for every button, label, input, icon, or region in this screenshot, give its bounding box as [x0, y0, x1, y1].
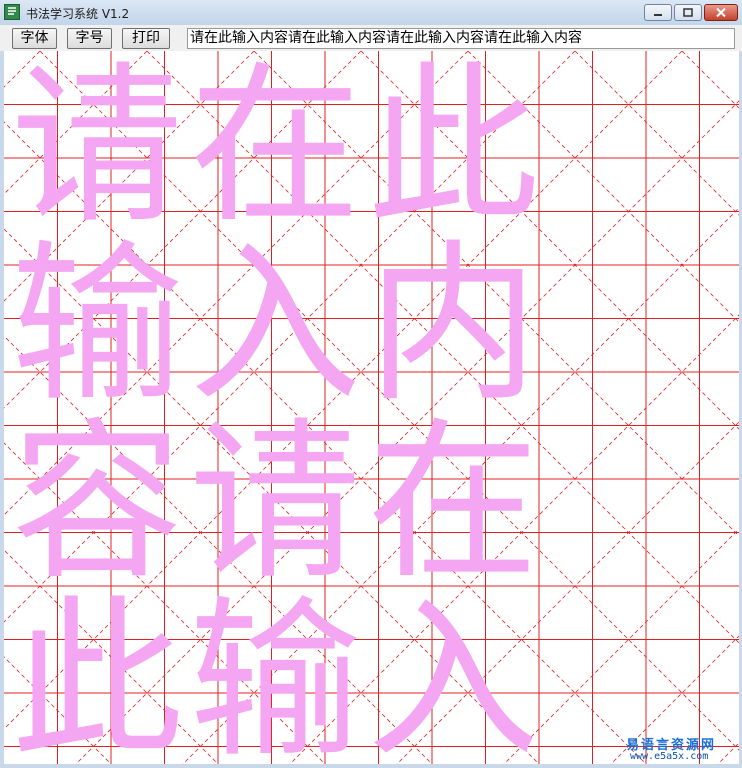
watermark-url: www.e5a5x.com — [630, 751, 709, 762]
print-button[interactable]: 打印 — [122, 28, 170, 49]
practice-character: 请 — [189, 402, 361, 603]
app-icon — [4, 4, 20, 20]
text-input[interactable]: 请在此输入内容请在此输入内容请在此输入内容请在此输入内容 — [187, 28, 735, 49]
close-icon — [716, 7, 726, 18]
maximize-button[interactable] — [674, 4, 702, 21]
practice-character: 入 — [189, 224, 361, 425]
app-window: 书法学习系统 V1.2 字体 字号 打印 请在此输入内容请在此输入内容请在此输入… — [0, 0, 742, 768]
minimize-icon — [654, 14, 662, 16]
practice-character: 输 — [11, 224, 183, 425]
close-button[interactable] — [704, 4, 738, 21]
watermark-logo: 易语言资源网 www.e5a5x.com — [616, 734, 738, 764]
practice-character: 输 — [189, 580, 361, 765]
calligraphy-grid-canvas: 请在此输入内容请在此输入 — [4, 51, 739, 764]
practice-character: 此 — [367, 51, 539, 247]
practice-character: 内 — [367, 224, 539, 425]
minimize-button[interactable] — [644, 4, 672, 21]
practice-character: 入 — [367, 580, 539, 765]
practice-character: 在 — [189, 51, 361, 247]
practice-character: 此 — [11, 580, 183, 765]
window-title: 书法学习系统 V1.2 — [26, 7, 130, 21]
font-button[interactable]: 字体 — [12, 28, 57, 49]
practice-character: 容 — [11, 402, 183, 603]
practice-character: 在 — [367, 402, 539, 603]
title-bar[interactable]: 书法学习系统 V1.2 — [0, 0, 742, 25]
practice-character: 请 — [11, 51, 183, 247]
maximize-icon — [683, 8, 693, 17]
font-size-button[interactable]: 字号 — [67, 28, 112, 49]
